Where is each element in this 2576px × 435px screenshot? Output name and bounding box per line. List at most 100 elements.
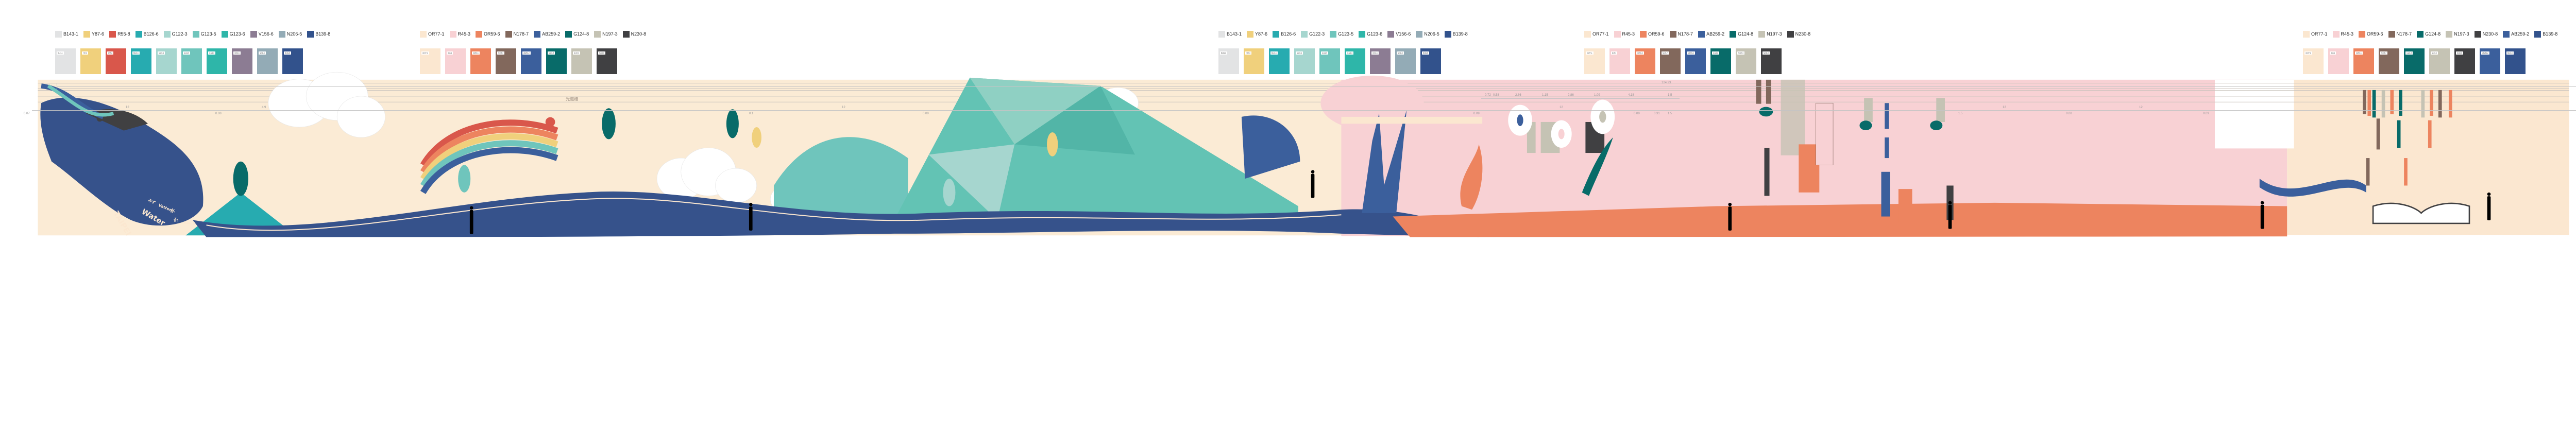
color-code-label: G123-6 — [229, 31, 245, 37]
swatch-tag: N206-5 — [1397, 51, 1404, 55]
dimension-label: 0.08 — [2066, 112, 2072, 115]
color-swatch-card: OR59-6 — [1635, 48, 1655, 74]
dimension-label: 0.1 — [749, 112, 754, 115]
color-swatch-card: G123-5 — [1319, 48, 1340, 74]
palette-group-1: B143-1 Y87-6 R55-8 B126-6 G122-3 G123-5 G123-6… — [55, 29, 335, 80]
color-swatch-card: B126-6 — [131, 48, 151, 74]
color-key: AB259-2 — [1698, 30, 1725, 38]
color-code-label: N178-7 — [1677, 31, 1693, 37]
color-key: OR59-6 — [2359, 30, 2383, 38]
swatch-tag: OR77-1 — [2304, 51, 2312, 55]
water-fr-text: Eau — [184, 221, 190, 225]
color-swatch-card: R55-8 — [106, 48, 126, 74]
color-swatch-card: B143-1 — [55, 48, 76, 74]
dimension-label: 0.09 — [1473, 112, 1480, 115]
palette-group-3: B143-1 Y87-6 B126-6 G122-3 G123-5 G123-6 V156-… — [1218, 29, 1473, 80]
color-chip — [622, 30, 630, 38]
color-chip — [1218, 30, 1225, 38]
color-swatch-card: V156-6 — [232, 48, 252, 74]
color-key: N206-5 — [278, 30, 302, 38]
color-key: G123-6 — [221, 30, 245, 38]
dimension-label: 0.09 — [1634, 112, 1640, 115]
palette-group-2: OR77-1 R45-3 OR59-6 N178-7 AB259-2 G124-8 N197… — [420, 29, 651, 80]
person-silhouette-icon — [749, 202, 753, 231]
color-key: OR77-1 — [420, 30, 445, 38]
color-code-label: AB259-2 — [1706, 31, 1725, 37]
dimension-label: 0.09 — [2203, 112, 2209, 115]
color-chip — [2359, 30, 2366, 38]
color-chip — [2332, 30, 2340, 38]
sun-icon — [545, 117, 555, 127]
swatch-tag: B143-1 — [1220, 51, 1227, 55]
dimension-label: 2.86 — [1568, 94, 1574, 97]
color-swatch-card: G122-3 — [156, 48, 177, 74]
color-key: N206-5 — [1416, 30, 1439, 38]
color-chip — [2417, 30, 2424, 38]
color-key: B139-8 — [307, 30, 330, 38]
swatch-tag: OR77-1 — [421, 51, 429, 55]
swatch-tag: B143-1 — [57, 51, 64, 55]
color-chip — [250, 30, 257, 38]
person-silhouette-icon — [2260, 201, 2264, 229]
swatch-tag: OR59-6 — [1636, 51, 1644, 55]
color-swatch-card: OR77-1 — [420, 48, 440, 74]
swatch-tag: OR59-6 — [472, 51, 480, 55]
color-chip — [1730, 30, 1737, 38]
dimension-label: 1.5 — [1668, 94, 1672, 97]
dimension-label: 0.58 — [1493, 94, 1499, 97]
color-code-label: OR59-6 — [484, 31, 500, 37]
water-ko-text: 물 — [193, 222, 196, 226]
color-key: N178-7 — [2388, 30, 2412, 38]
color-key: V156-6 — [250, 30, 274, 38]
color-code-label: B143-1 — [63, 31, 79, 37]
color-key: G122-3 — [163, 30, 188, 38]
color-swatch-card: G124-8 — [1710, 48, 1731, 74]
color-code-label: OR59-6 — [1648, 31, 1665, 37]
color-key: N197-3 — [1758, 30, 1782, 38]
color-chip — [1614, 30, 1621, 38]
color-code-label: N197-3 — [1767, 31, 1782, 37]
swatch-tag: R45-3 — [1611, 51, 1618, 55]
swatch-tag: V156-6 — [233, 51, 241, 55]
swatch-tag: G122-3 — [158, 51, 165, 55]
color-key: B126-6 — [135, 30, 159, 38]
color-key: N230-8 — [622, 30, 646, 38]
palette-group-5: OR77-1 R45-3 OR59-6 N178-7 G124-8 N197-3 N230-… — [2303, 29, 2563, 80]
color-code-label: G122-3 — [1309, 31, 1325, 37]
color-key: G124-8 — [2417, 30, 2441, 38]
color-key: B139-8 — [1444, 30, 1468, 38]
swatch-tag: B139-8 — [284, 51, 291, 55]
color-code-label: G123-5 — [200, 31, 216, 37]
swatch-tag: G123-5 — [183, 51, 191, 55]
swatch-tag: N178-7 — [2380, 51, 2387, 55]
color-chip — [2446, 30, 2453, 38]
color-code-label: AB259-2 — [542, 31, 561, 37]
color-chip — [1640, 30, 1647, 38]
person-silhouette-icon — [1948, 201, 1952, 229]
color-chip — [505, 30, 512, 38]
swatch-tag: AB259-2 — [2481, 51, 2489, 55]
color-swatch-card: R45-3 — [2328, 48, 2349, 74]
color-code-label: N178-7 — [513, 31, 529, 37]
swatch-tag: B139-8 — [2506, 51, 2514, 55]
color-key: B143-1 — [55, 30, 79, 38]
color-chip — [2303, 30, 2310, 38]
dimension-label: 0.08 — [215, 112, 222, 115]
color-key: R45-3 — [449, 30, 470, 38]
color-swatch-card: N197-3 — [571, 48, 592, 74]
swatch-tag: B126-6 — [132, 51, 140, 55]
color-key: G122-3 — [1301, 30, 1325, 38]
swatch-tag: OR59-6 — [2355, 51, 2363, 55]
color-key: B139-8 — [2534, 30, 2557, 38]
color-swatch-card: B143-1 — [1218, 48, 1239, 74]
color-code-label: OR77-1 — [2311, 31, 2328, 37]
color-swatch-card: AB259-2 — [1685, 48, 1706, 74]
swatch-tag: N178-7 — [1662, 51, 1669, 55]
color-swatch-card: N230-8 — [597, 48, 617, 74]
swatch-tag: N230-8 — [1762, 51, 1770, 55]
color-chip — [2503, 30, 2510, 38]
swatch-tag: R45-3 — [2330, 51, 2336, 55]
color-chip — [135, 30, 142, 38]
color-swatch-card: N230-8 — [1761, 48, 1782, 74]
color-chip — [1669, 30, 1676, 38]
